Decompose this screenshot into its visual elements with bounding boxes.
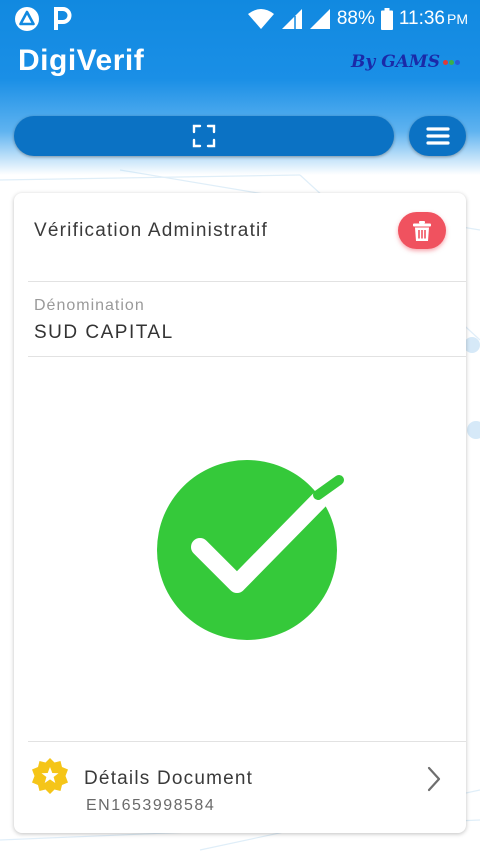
brand-text: By GAMS [351, 52, 440, 72]
divider [28, 281, 466, 282]
app-title: DigiVerif [18, 44, 145, 77]
menu-button[interactable] [409, 116, 466, 156]
trash-icon[interactable] [413, 220, 431, 241]
chevron-right-icon[interactable] [426, 766, 442, 792]
check-circle-icon [157, 460, 348, 640]
battery-percent: 88% [336, 8, 375, 29]
document-number: EN1653998584 [86, 797, 216, 814]
app-header: 88% 11:36 PM DigiVerif By GAMS [0, 0, 480, 175]
star-badge-icon [32, 758, 68, 794]
divider [28, 356, 466, 357]
status-bar: 88% 11:36 PM [0, 0, 480, 38]
verified-status [154, 458, 354, 653]
details-document-row[interactable]: Détails Document EN1653998584 [14, 741, 466, 833]
clock: 11:36 PM [399, 8, 468, 30]
scan-frame-icon[interactable] [192, 124, 216, 148]
wifi-icon [247, 9, 274, 29]
field-label: Dénomination [34, 297, 145, 314]
brand-dots [443, 59, 460, 65]
verification-card: Vérification Administratif Dénomination … [14, 193, 466, 833]
field-value: SUD CAPITAL [34, 322, 174, 343]
hamburger-menu-icon[interactable] [425, 126, 451, 146]
clock-ampm: PM [447, 11, 468, 27]
signal-icon [309, 9, 330, 29]
scan-bar[interactable] [14, 116, 394, 156]
clock-time: 11:36 [398, 8, 445, 29]
details-document-label: Détails Document [84, 768, 254, 789]
card-title: Vérification Administratif [34, 220, 268, 241]
signal-icon [281, 9, 302, 29]
parking-icon [54, 7, 72, 30]
brand-logo: By GAMS [351, 52, 460, 72]
delete-button[interactable] [398, 212, 446, 249]
battery-icon [380, 8, 393, 30]
app-triangle-icon [15, 7, 39, 31]
